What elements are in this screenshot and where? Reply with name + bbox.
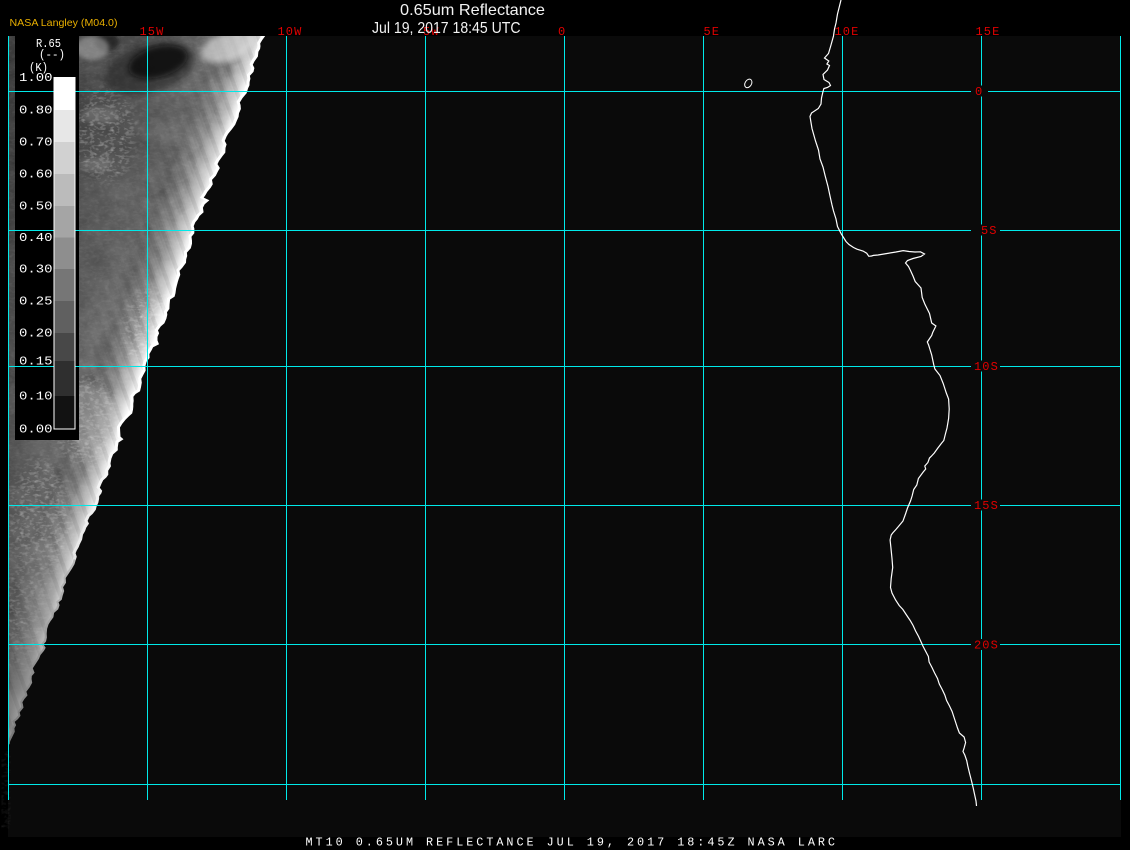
svg-text:0.40: 0.40: [19, 232, 53, 245]
svg-text:5E: 5E: [704, 25, 721, 39]
svg-text:0.00: 0.00: [19, 424, 53, 437]
svg-text:0.65um Reflectance: 0.65um Reflectance: [400, 2, 545, 19]
svg-text:15E: 15E: [976, 25, 1001, 39]
svg-text:10W: 10W: [278, 25, 303, 39]
svg-text:0.70: 0.70: [19, 137, 53, 150]
svg-text:10S: 10S: [974, 360, 999, 374]
svg-text:0.10: 0.10: [19, 391, 53, 404]
svg-text:0: 0: [558, 25, 566, 39]
svg-text:Jul 19, 2017 18:45 UTC: Jul 19, 2017 18:45 UTC: [372, 20, 521, 37]
svg-text:10E: 10E: [835, 25, 860, 39]
svg-text:0.80: 0.80: [19, 105, 53, 118]
svg-text:(--): (--): [39, 49, 65, 62]
svg-text:5S: 5S: [981, 224, 998, 238]
svg-text:0.50: 0.50: [19, 201, 53, 214]
svg-text:0.15: 0.15: [19, 356, 53, 369]
svg-text:0.25: 0.25: [19, 296, 53, 309]
svg-text:15W: 15W: [140, 25, 165, 39]
svg-text:15S: 15S: [974, 499, 999, 513]
svg-text:20S: 20S: [974, 639, 999, 653]
svg-text:0.20: 0.20: [19, 328, 53, 341]
svg-text:0.30: 0.30: [19, 264, 53, 277]
svg-text:1.00: 1.00: [19, 72, 53, 85]
svg-text:0: 0: [975, 85, 983, 99]
svg-text:NASA Langley (M04.0): NASA Langley (M04.0): [10, 17, 118, 29]
svg-text:0.60: 0.60: [19, 169, 53, 182]
